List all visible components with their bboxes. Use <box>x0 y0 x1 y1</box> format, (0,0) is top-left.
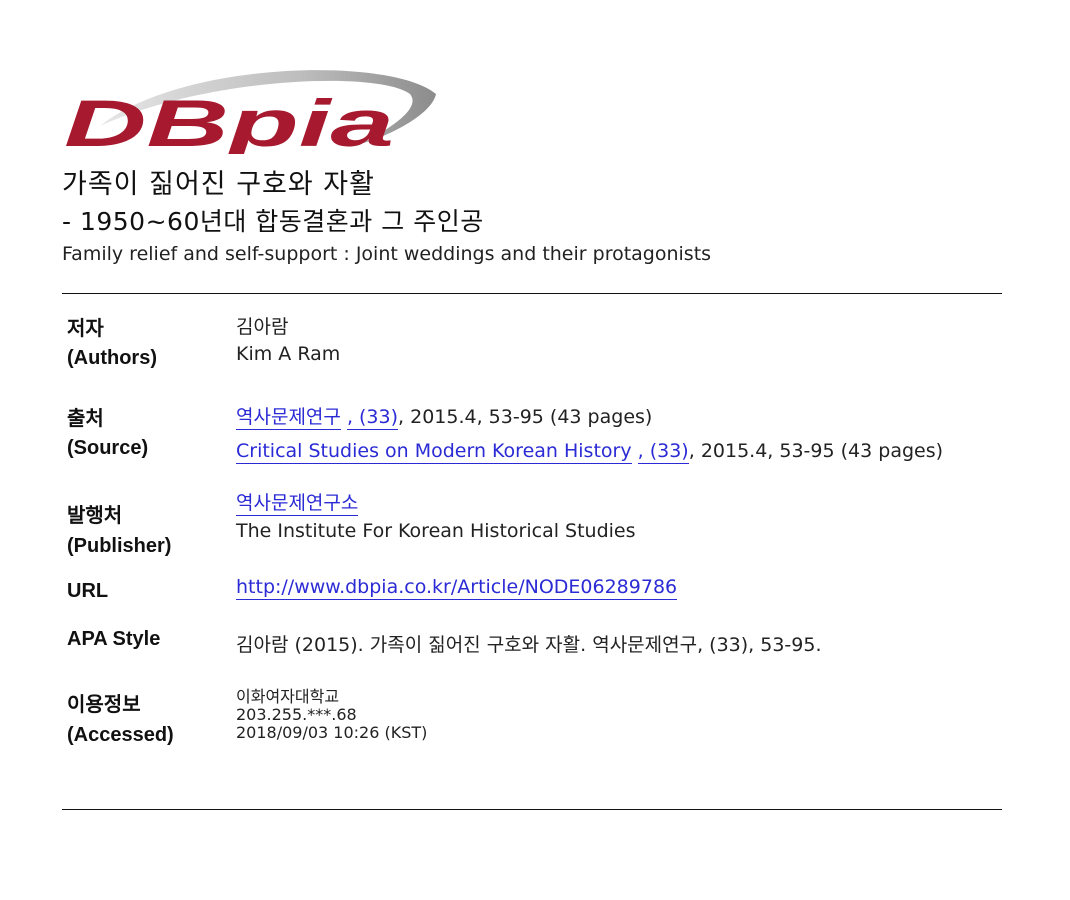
apa-label: APA Style <box>67 628 161 650</box>
authors-value-ko: 김아람 <box>236 316 289 338</box>
url-label: URL <box>67 580 109 602</box>
accessed-institution: 이화여자대학교 <box>236 687 340 706</box>
issue-link-ko[interactable]: , (33) <box>346 406 399 430</box>
dbpia-logo-graphic: DBpia <box>64 70 436 160</box>
authors-label: 저자 (Authors) <box>67 312 157 370</box>
accessed-label: 이용정보 (Accessed) <box>67 688 174 747</box>
accessed-datetime: 2018/09/03 10:26 (KST) <box>236 723 428 742</box>
source-label-en: (Source) <box>67 437 149 459</box>
title-english: Family relief and self-support : Joint w… <box>62 243 712 265</box>
source-rest-ko: , 2015.4, 53-95 (43 pages) <box>398 406 653 428</box>
accessed-ip: 203.255.***.68 <box>236 705 357 724</box>
journal-link-en[interactable]: Critical Studies on Modern Korean Histor… <box>236 440 632 464</box>
source-label: 출처 (Source) <box>67 402 148 460</box>
article-url-link[interactable]: http://www.dbpia.co.kr/Article/NODE06289… <box>236 576 678 600</box>
accessed-values: 이화여자대학교 203.255.***.68 2018/09/03 10:26 … <box>236 688 427 742</box>
issue-link-en[interactable]: , (33) <box>637 440 689 464</box>
publisher-line-ko: 역사문제연구소 <box>236 488 359 516</box>
publisher-label: 발행처 (Publisher) <box>67 499 171 558</box>
title-korean-line2: - 1950~60년대 합동결혼과 그 주인공 <box>62 207 484 236</box>
publisher-link[interactable]: 역사문제연구소 <box>236 492 359 516</box>
source-label-ko: 출처 <box>67 408 104 430</box>
publisher-value-en: The Institute For Korean Historical Stud… <box>236 520 636 542</box>
dbpia-logo: DBpia <box>60 66 440 160</box>
title-korean-line1: 가족이 짊어진 구호와 자활 <box>62 169 375 200</box>
authors-label-ko: 저자 <box>67 318 104 340</box>
authors-label-en: (Authors) <box>67 347 157 369</box>
accessed-label-en: (Accessed) <box>67 724 174 746</box>
url-line: http://www.dbpia.co.kr/Article/NODE06289… <box>236 576 678 600</box>
bottom-divider <box>62 809 1002 810</box>
source-line-ko: 역사문제연구 , (33), 2015.4, 53-95 (43 pages) <box>236 402 653 430</box>
publisher-label-en: (Publisher) <box>67 535 172 557</box>
source-line-en: Critical Studies on Modern Korean Histor… <box>236 440 944 464</box>
source-rest-en: , 2015.4, 53-95 (43 pages) <box>688 440 944 462</box>
accessed-label-ko: 이용정보 <box>67 694 141 716</box>
logo-text: DBpia <box>64 86 394 154</box>
journal-link-ko[interactable]: 역사문제연구 <box>236 406 341 430</box>
publisher-label-ko: 발행처 <box>67 505 123 527</box>
apa-value: 김아람 (2015). 가족이 짊어진 구호와 자활. 역사문제연구, (33)… <box>236 634 822 656</box>
authors-value-en: Kim A Ram <box>236 343 341 365</box>
top-divider <box>62 293 1002 294</box>
